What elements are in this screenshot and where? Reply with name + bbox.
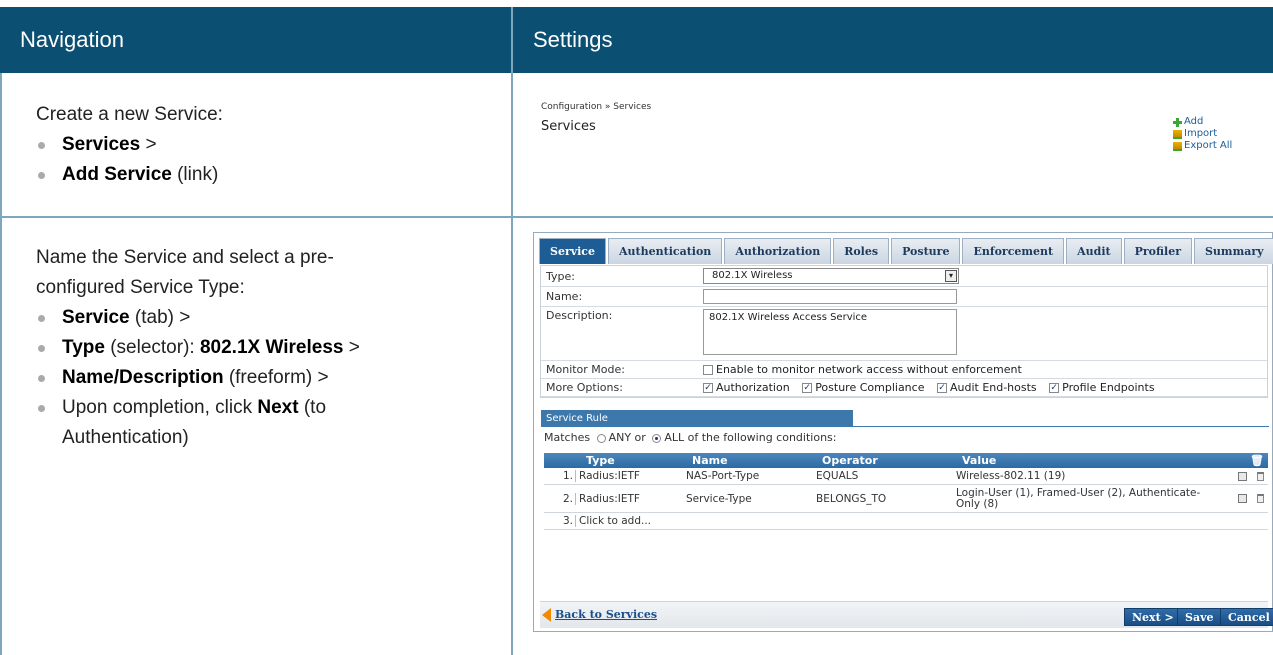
save-button[interactable]: Save [1177, 608, 1222, 626]
nav-step-2-item: Service (tab) > [36, 303, 360, 333]
back-to-services-link[interactable]: Back to Services [542, 608, 657, 622]
next-button[interactable]: Next > [1124, 608, 1182, 626]
page-title: Services [541, 119, 596, 134]
import-icon [1173, 129, 1182, 139]
more-options-row: More Options: Authorization Posture Comp… [541, 379, 1267, 397]
match-any-radio[interactable] [596, 433, 606, 443]
row-divider [0, 216, 1273, 218]
rule-table: Type Name Operator Value 🗑 1. Radius:IET… [544, 453, 1268, 530]
service-editor: Service Authentication Authorization Rol… [533, 232, 1273, 632]
table-row[interactable]: 1. Radius:IETF NAS-Port-Type EQUALS Wire… [544, 468, 1268, 485]
copy-icon[interactable] [1238, 494, 1247, 503]
tab-authentication[interactable]: Authentication [608, 238, 723, 264]
cancel-button[interactable]: Cancel [1220, 608, 1273, 626]
more-options-label: More Options: [546, 381, 623, 394]
nav-step-2-item: Upon completion, click Next (to Authentic… [36, 393, 360, 453]
tab-posture[interactable]: Posture [891, 238, 961, 264]
audit-checkbox[interactable] [936, 383, 947, 393]
nav-step-2-intro-2: configured Service Type: [36, 277, 245, 298]
copy-icon[interactable] [1238, 471, 1247, 481]
tab-enforcement[interactable]: Enforcement [962, 238, 1065, 264]
service-rule-header: Service Rule [541, 410, 853, 427]
nav-step-2-item: Type (selector): 802.1X Wireless > [36, 333, 360, 363]
type-label: Type: [546, 269, 575, 283]
monitor-checkbox[interactable] [703, 365, 713, 375]
navigation-header: Navigation [0, 7, 511, 73]
tab-bar: Service Authentication Authorization Rol… [539, 238, 1273, 264]
nav-step-2-intro: Name the Service and select a pre- [36, 247, 334, 268]
matches-line: Matches ANY or ALL of the following cond… [544, 431, 837, 444]
trash-icon[interactable] [1257, 494, 1264, 503]
chevron-down-icon[interactable]: ▾ [945, 270, 957, 282]
name-label: Name: [546, 290, 583, 303]
nav-step-1-item: Add Service (link) [36, 160, 223, 190]
monitor-label: Monitor Mode: [546, 363, 625, 376]
export-all-link[interactable]: Export All [1173, 140, 1232, 152]
nav-step-2-item: Name/Description (freeform) > [36, 363, 360, 393]
breadcrumb[interactable]: Configuration » Services [541, 102, 651, 112]
import-link[interactable]: Import [1173, 128, 1232, 140]
description-label: Description: [546, 309, 613, 322]
tab-profiler[interactable]: Profiler [1123, 238, 1192, 264]
rule-table-header: Type Name Operator Value 🗑 [544, 453, 1268, 468]
tab-roles[interactable]: Roles [833, 238, 890, 264]
settings-header: Settings [513, 7, 1273, 73]
click-to-add[interactable]: Click to add... [576, 515, 776, 527]
trash-icon[interactable] [1257, 471, 1264, 481]
bottom-bar: Back to Services Next > Save Cancel [540, 601, 1273, 628]
type-row: Type: 802.1X Wireless ▾ [541, 266, 1267, 287]
monitor-row: Monitor Mode: Enable to monitor network … [541, 361, 1267, 379]
tab-authorization[interactable]: Authorization [724, 238, 832, 264]
service-rule-line [541, 426, 1269, 427]
description-row: Description: 802.1X Wireless Access Serv… [541, 307, 1267, 361]
posture-checkbox[interactable] [802, 383, 813, 393]
export-icon [1173, 141, 1182, 151]
description-textarea[interactable]: 802.1X Wireless Access Service [703, 309, 957, 355]
nav-step-2: Name the Service and select a pre- confi… [36, 243, 360, 453]
column-divider [511, 7, 513, 655]
trash-icon[interactable]: 🗑 [1227, 453, 1268, 468]
table-row[interactable]: 3. Click to add... [544, 513, 1268, 530]
nav-step-1-intro: Create a new Service: [36, 104, 223, 125]
profile-checkbox[interactable] [1049, 383, 1060, 393]
nav-step-1-item: Services > [36, 130, 223, 160]
tab-summary[interactable]: Summary [1193, 238, 1273, 264]
type-select[interactable]: 802.1X Wireless ▾ [703, 268, 959, 284]
nav-step-1: Create a new Service: Services > Add Ser… [36, 100, 223, 190]
name-row: Name: [541, 287, 1267, 307]
services-actions: Add Import Export All [1173, 116, 1232, 152]
back-arrow-icon [542, 608, 551, 622]
monitor-text: Enable to monitor network access without… [716, 363, 1022, 376]
tab-audit[interactable]: Audit [1066, 238, 1122, 264]
add-icon [1173, 117, 1182, 127]
service-form: Type: 802.1X Wireless ▾ Name: Description… [540, 265, 1268, 398]
table-row[interactable]: 2. Radius:IETF Service-Type BELONGS_TO L… [544, 485, 1268, 513]
name-input[interactable] [703, 289, 957, 304]
match-all-radio[interactable] [652, 433, 662, 443]
authorization-checkbox[interactable] [703, 383, 713, 393]
tab-service[interactable]: Service [539, 238, 607, 264]
add-link[interactable]: Add [1173, 116, 1232, 128]
left-border [0, 73, 2, 655]
